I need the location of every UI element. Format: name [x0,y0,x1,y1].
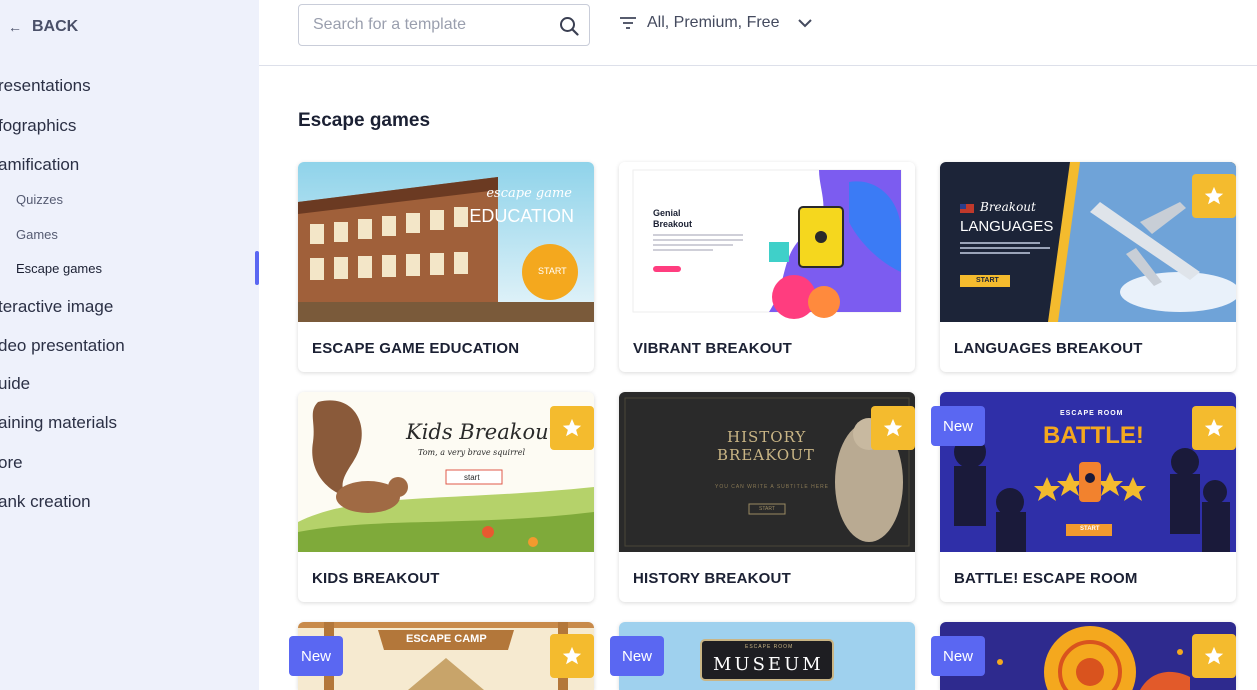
premium-badge [1192,634,1236,678]
arrow-left-icon: ← [8,19,22,35]
card-title: ESCAPE GAME EDUCATION [312,340,520,357]
template-card-kids-breakout[interactable]: Kids Breakout Tom, a very brave squirrel… [298,392,594,602]
thumb-subtitle: YOU CAN WRITE A SUBTITLE HERE [715,484,830,490]
card-title: LANGUAGES BREAKOUT [954,340,1143,357]
thumb-title-line1: Kids Breakout [406,420,558,444]
thumb-title-line1: ESCAPE ROOM [1060,410,1124,417]
sidebar-subitem-quizzes[interactable]: Quizzes [16,192,63,207]
topbar: All, Premium, Free [259,0,1257,66]
template-card-escape-game-education[interactable]: escape game EDUCATION START ESCAPE GAME … [298,162,594,372]
premium-badge [550,634,594,678]
active-indicator [255,251,259,285]
template-card-history-breakout[interactable]: HISTORY BREAKOUT YOU CAN WRITE A SUBTITL… [619,392,915,602]
star-icon [562,646,582,665]
template-card-vibrant-breakout[interactable]: Genial Breakout VIBRANT BREAKOUT [619,162,915,372]
card-title: BATTLE! ESCAPE ROOM [954,570,1138,587]
sidebar-subitem-games[interactable]: Games [16,227,58,242]
filter-dropdown[interactable]: All, Premium, Free [619,14,813,32]
card-title: KIDS BREAKOUT [312,570,440,587]
thumb-title-line1: ESCAPE ROOM [745,644,794,650]
thumb-start-label: START [976,277,999,284]
thumb-title-line1: ESCAPE CAMP [406,633,487,645]
card-thumbnail: Genial Breakout [619,162,915,322]
thumb-title-line1: Genial [653,208,681,218]
thumb-title-line2: Tom, a very brave squirrel [418,448,526,457]
thumb-start-label: start [464,473,480,482]
chevron-down-icon [798,19,813,28]
new-badge: New [610,636,665,676]
sidebar-item-more[interactable]: ore [0,453,23,473]
star-icon [562,418,582,437]
sidebar-subitem-escape-games[interactable]: Escape games [16,261,102,276]
section-title: Escape games [298,110,431,131]
thumb-start-label: START [759,506,775,512]
sidebar-item-guide[interactable]: uide [0,374,30,394]
thumb-title-line1: escape game [486,186,572,201]
sidebar-item-presentations[interactable]: resentations [0,76,91,96]
thumb-title-line2: Breakout [653,219,693,229]
premium-badge [871,406,915,450]
filter-icon [620,17,636,29]
back-button[interactable]: ← BACK [8,18,78,36]
card-thumbnail: escape game EDUCATION START [298,162,594,322]
thumb-title-line2: BREAKOUT [717,446,815,464]
thumb-title-line1: Breakout [980,200,1036,214]
thumb-title-line2: EDUCATION [469,206,574,226]
filter-label: All, Premium, Free [647,14,780,31]
sidebar-item-blank-creation[interactable]: ank creation [0,492,91,512]
premium-badge [1192,406,1236,450]
search-input[interactable] [313,16,543,34]
thumb-title-line2: BATTLE! [1043,422,1144,449]
thumb-title-line1: HISTORY [727,428,807,446]
sidebar-item-gamification[interactable]: amification [0,155,79,175]
template-card-languages-breakout[interactable]: Breakout LANGUAGES START LANGUAGES BREAK… [940,162,1236,372]
back-label: BACK [32,18,79,35]
star-icon [1204,186,1224,205]
star-icon [883,418,903,437]
search-icon[interactable] [559,16,579,36]
sidebar-item-training-materials[interactable]: aining materials [0,413,117,433]
new-badge: New [931,636,986,676]
sidebar-item-video-presentation[interactable]: deo presentation [0,336,125,356]
card-title: HISTORY BREAKOUT [633,570,791,587]
star-icon [1204,646,1224,665]
sidebar: ← BACK resentations fographics amificati… [0,0,259,690]
new-badge: New [289,636,344,676]
thumb-title-line2: MUSEUM [713,654,824,675]
star-icon [1204,418,1224,437]
premium-badge [1192,174,1236,218]
new-badge: New [931,406,986,446]
search-box [298,4,590,46]
thumb-title-line2: LANGUAGES [960,218,1054,235]
thumb-start-label: START [538,266,567,276]
thumb-start-label: START [1080,526,1100,532]
premium-badge [550,406,594,450]
card-title: VIBRANT BREAKOUT [633,340,793,357]
sidebar-item-interactive-image[interactable]: teractive image [0,297,113,317]
sidebar-item-infographics[interactable]: fographics [0,116,76,136]
